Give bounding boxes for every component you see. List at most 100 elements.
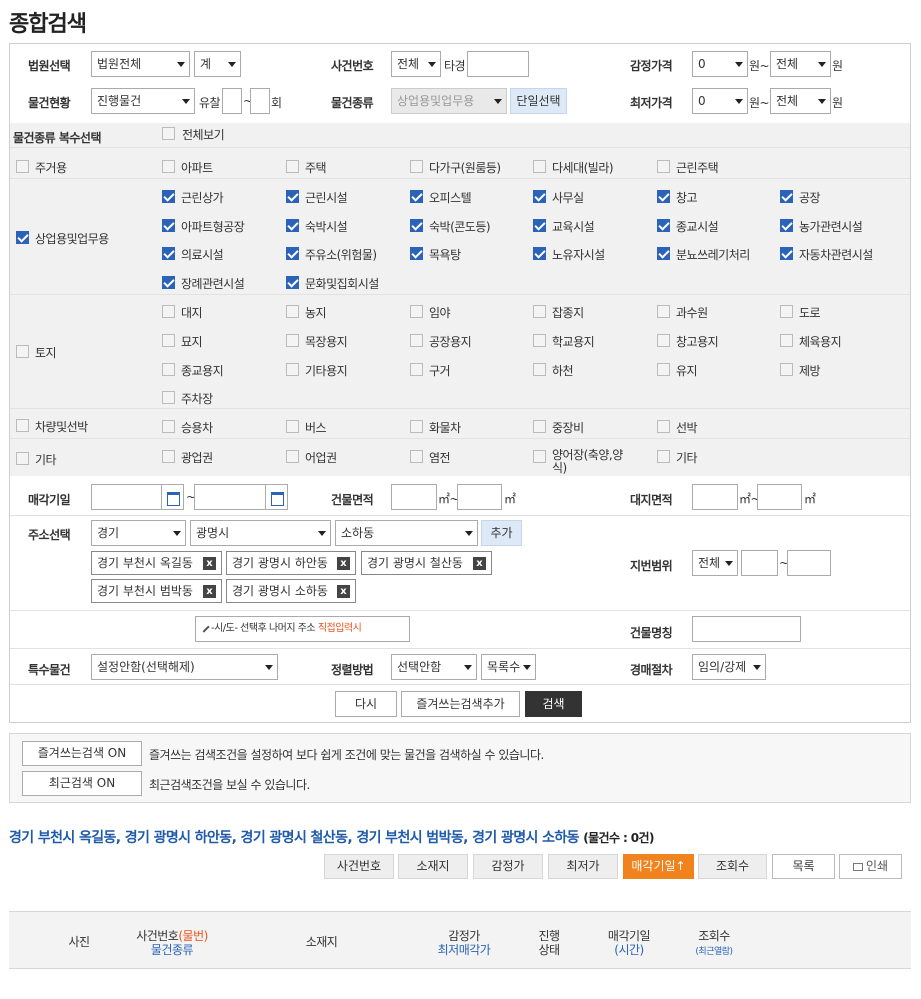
type-checkbox[interactable] xyxy=(533,334,546,347)
status-select[interactable]: 진행물건 xyxy=(91,88,195,114)
type-checkbox[interactable] xyxy=(780,219,793,232)
type-checkbox[interactable] xyxy=(533,305,546,318)
sale-date-from-input[interactable] xyxy=(91,484,162,510)
type-checkbox[interactable] xyxy=(286,190,299,203)
type-checkbox[interactable] xyxy=(533,363,546,376)
sort-min-price-button[interactable]: 최저가 xyxy=(548,854,618,879)
group-checkbox[interactable] xyxy=(16,160,29,173)
land-area-max-input[interactable] xyxy=(757,484,802,510)
sort-order-select[interactable]: 목록수 xyxy=(481,654,536,680)
case-no-input[interactable] xyxy=(467,51,529,77)
type-checkbox[interactable] xyxy=(410,219,423,232)
sort-select[interactable]: 선택안함 xyxy=(391,654,477,680)
type-checkbox[interactable] xyxy=(410,247,423,260)
type-checkbox[interactable] xyxy=(780,363,793,376)
type-checkbox[interactable] xyxy=(533,450,546,463)
search-button[interactable]: 검색 xyxy=(525,691,582,717)
building-area-max-input[interactable] xyxy=(457,484,502,510)
print-button[interactable]: 인쇄 xyxy=(839,854,902,879)
type-checkbox[interactable] xyxy=(286,363,299,376)
type-checkbox[interactable] xyxy=(162,160,175,173)
type-checkbox[interactable] xyxy=(286,450,299,463)
type-checkbox[interactable] xyxy=(780,305,793,318)
type-checkbox[interactable] xyxy=(533,160,546,173)
type-checkbox[interactable] xyxy=(162,247,175,260)
type-checkbox[interactable] xyxy=(286,160,299,173)
type-checkbox[interactable] xyxy=(162,219,175,232)
address-sigungu-select[interactable]: 광명시 xyxy=(190,520,331,546)
sort-location-button[interactable]: 소재지 xyxy=(398,854,468,879)
fail-min-input[interactable] xyxy=(222,88,242,114)
type-checkbox[interactable] xyxy=(410,305,423,318)
type-checkbox[interactable] xyxy=(162,450,175,463)
type-checkbox[interactable] xyxy=(410,190,423,203)
sort-case-no-button[interactable]: 사건번호 xyxy=(324,854,394,879)
type-checkbox[interactable] xyxy=(780,190,793,203)
type-checkbox[interactable] xyxy=(162,420,175,433)
reset-button[interactable]: 다시 xyxy=(335,691,397,717)
special-select[interactable]: 설정안함(선택해제) xyxy=(91,654,278,680)
procedure-select[interactable]: 임의/강제 xyxy=(692,654,766,680)
min-price-min-select[interactable]: 0 xyxy=(692,88,748,114)
add-address-button[interactable]: 추가 xyxy=(481,520,522,546)
group-checkbox[interactable] xyxy=(16,419,29,432)
type-checkbox[interactable] xyxy=(286,420,299,433)
list-button[interactable]: 목록 xyxy=(772,854,835,879)
type-checkbox[interactable] xyxy=(533,247,546,260)
type-checkbox[interactable] xyxy=(286,305,299,318)
sort-sale-date-button[interactable]: 매각기일↑ xyxy=(623,854,694,879)
type-checkbox[interactable] xyxy=(286,334,299,347)
group-checkbox[interactable] xyxy=(16,452,29,465)
type-checkbox[interactable] xyxy=(162,334,175,347)
single-select-button[interactable]: 단일선택 xyxy=(510,88,567,114)
appraisal-max-select[interactable]: 전체 xyxy=(770,51,831,77)
type-checkbox[interactable] xyxy=(780,334,793,347)
type-checkbox[interactable] xyxy=(657,305,670,318)
type-checkbox[interactable] xyxy=(657,219,670,232)
sort-views-button[interactable]: 조회수 xyxy=(698,854,767,879)
sort-appraisal-button[interactable]: 감정가 xyxy=(473,854,543,879)
address-dong-select[interactable]: 소하동 xyxy=(335,520,478,546)
type-checkbox[interactable] xyxy=(657,334,670,347)
group-checkbox[interactable] xyxy=(16,345,29,358)
view-all-checkbox[interactable] xyxy=(162,127,175,140)
type-checkbox[interactable] xyxy=(286,247,299,260)
type-checkbox[interactable] xyxy=(162,391,175,404)
type-checkbox[interactable] xyxy=(533,219,546,232)
lot-range-select[interactable]: 전체 xyxy=(692,550,738,576)
add-favorite-search-button[interactable]: 즐겨쓰는검색추가 xyxy=(401,691,520,717)
calendar-icon[interactable] xyxy=(266,484,288,510)
type-checkbox[interactable] xyxy=(286,219,299,232)
fail-max-input[interactable] xyxy=(250,88,270,114)
type-checkbox[interactable] xyxy=(162,305,175,318)
case-year-select[interactable]: 전체 xyxy=(391,51,441,77)
type-checkbox[interactable] xyxy=(410,363,423,376)
direct-address-input[interactable]: -시/도- 선택후 나머지 주소 직접입력시 xyxy=(195,616,410,642)
type-checkbox[interactable] xyxy=(162,190,175,203)
remove-tag-icon[interactable]: x xyxy=(473,557,486,570)
land-area-min-input[interactable] xyxy=(692,484,738,510)
type-checkbox[interactable] xyxy=(162,363,175,376)
type-checkbox[interactable] xyxy=(657,247,670,260)
calendar-icon[interactable] xyxy=(162,484,184,510)
type-checkbox[interactable] xyxy=(657,420,670,433)
group-checkbox[interactable] xyxy=(16,231,29,244)
remove-tag-icon[interactable]: x xyxy=(203,585,216,598)
type-checkbox[interactable] xyxy=(657,160,670,173)
type-checkbox[interactable] xyxy=(657,190,670,203)
min-price-max-select[interactable]: 전체 xyxy=(770,88,831,114)
type-checkbox[interactable] xyxy=(657,450,670,463)
building-area-min-input[interactable] xyxy=(391,484,437,510)
lot-range-max-input[interactable] xyxy=(787,550,831,576)
address-sido-select[interactable]: 경기 xyxy=(91,520,186,546)
type-checkbox[interactable] xyxy=(410,160,423,173)
type-checkbox[interactable] xyxy=(410,450,423,463)
sale-date-to-input[interactable] xyxy=(194,484,266,510)
favorite-search-on-button[interactable]: 즐겨쓰는검색 ON xyxy=(22,741,142,766)
recent-search-on-button[interactable]: 최근검색 ON xyxy=(22,771,142,796)
type-checkbox[interactable] xyxy=(533,190,546,203)
lot-range-min-input[interactable] xyxy=(741,550,778,576)
building-name-input[interactable] xyxy=(692,616,801,642)
type-select[interactable]: 상업용및업무용 xyxy=(391,88,507,114)
court-sub-select[interactable]: 계 xyxy=(194,51,241,77)
